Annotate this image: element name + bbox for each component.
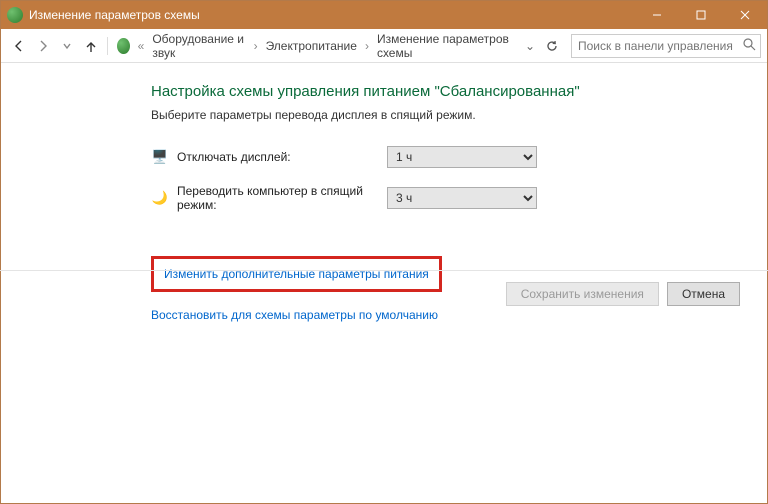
page-subtitle: Выберите параметры перевода дисплея в сп… bbox=[151, 108, 641, 122]
display-icon: 🖥️ bbox=[151, 149, 169, 165]
breadcrumb-dropdown[interactable]: ⌄ bbox=[521, 39, 539, 53]
navbar: « Оборудование и звук › Электропитание ›… bbox=[1, 29, 767, 63]
page-title: Настройка схемы управления питанием "Сба… bbox=[151, 83, 641, 100]
search-icon[interactable] bbox=[743, 38, 756, 54]
breadcrumb-item[interactable]: Электропитание bbox=[262, 37, 361, 55]
app-icon bbox=[7, 7, 23, 23]
breadcrumb-item[interactable]: Изменение параметров схемы bbox=[373, 30, 516, 62]
nav-separator bbox=[107, 37, 108, 55]
refresh-button[interactable] bbox=[539, 34, 565, 58]
up-button[interactable] bbox=[79, 34, 103, 58]
setting-row-display: 🖥️ Отключать дисплей: 1 ч bbox=[151, 146, 641, 168]
maximize-button[interactable] bbox=[679, 1, 723, 29]
close-button[interactable] bbox=[723, 1, 767, 29]
save-button: Сохранить изменения bbox=[506, 282, 659, 306]
search-box[interactable] bbox=[571, 34, 761, 58]
moon-icon: 🌙 bbox=[151, 190, 169, 206]
footer: Сохранить изменения Отмена bbox=[0, 270, 768, 316]
control-panel-icon bbox=[117, 38, 130, 54]
sleep-select[interactable]: 3 ч bbox=[387, 187, 537, 209]
window-title: Изменение параметров схемы bbox=[29, 8, 635, 22]
chevron-right-icon: › bbox=[363, 39, 371, 53]
display-off-select[interactable]: 1 ч bbox=[387, 146, 537, 168]
breadcrumb[interactable]: « Оборудование и звук › Электропитание ›… bbox=[112, 34, 521, 58]
forward-button[interactable] bbox=[31, 34, 55, 58]
recent-dropdown[interactable] bbox=[55, 34, 79, 58]
cancel-button[interactable]: Отмена bbox=[667, 282, 740, 306]
chevron-right-icon: › bbox=[252, 39, 260, 53]
back-button[interactable] bbox=[7, 34, 31, 58]
setting-row-sleep: 🌙 Переводить компьютер в спящий режим: 3… bbox=[151, 184, 641, 212]
titlebar: Изменение параметров схемы bbox=[1, 1, 767, 29]
display-off-label: Отключать дисплей: bbox=[177, 150, 387, 164]
chevron-right-icon[interactable]: « bbox=[136, 39, 147, 53]
sleep-label: Переводить компьютер в спящий режим: bbox=[177, 184, 387, 212]
search-input[interactable] bbox=[576, 38, 743, 54]
minimize-button[interactable] bbox=[635, 1, 679, 29]
breadcrumb-item[interactable]: Оборудование и звук bbox=[148, 30, 249, 62]
